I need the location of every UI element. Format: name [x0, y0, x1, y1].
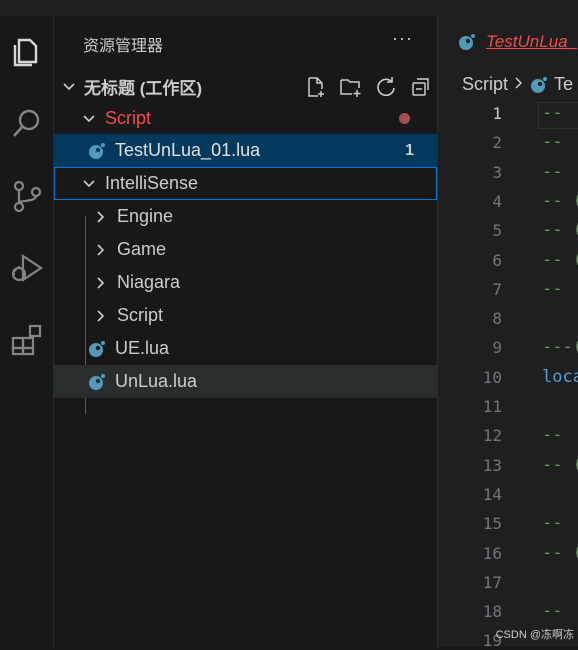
line-number: 15	[482, 514, 502, 534]
tab-label: TestUnLua_	[486, 32, 578, 51]
new-folder-icon[interactable]	[333, 76, 368, 98]
code-line: ---(	[542, 337, 578, 358]
extensions-icon	[11, 324, 42, 356]
chevron-down-icon	[80, 175, 98, 193]
refresh-icon[interactable]	[368, 76, 403, 98]
title-bar-strip	[0, 0, 578, 16]
tree-folder-engine[interactable]: Engine	[54, 200, 437, 233]
tree-item-label: Game	[117, 239, 167, 259]
breadcrumb: Script Te	[462, 74, 573, 95]
line-number: 2	[492, 133, 502, 153]
run-debug-activity-button[interactable]	[0, 244, 54, 292]
search-icon	[13, 109, 40, 137]
lua-file-icon	[531, 76, 548, 93]
line-number: 8	[492, 309, 502, 329]
chevron-right-icon	[92, 307, 110, 325]
tree-item-label: UE.lua	[115, 338, 170, 358]
chevron-down-icon	[60, 78, 78, 96]
tree-folder-niagara[interactable]: Niagara	[54, 266, 437, 299]
chevron-right-icon	[92, 274, 110, 292]
lua-file-icon	[89, 340, 105, 357]
line-number: 10	[482, 367, 502, 387]
chevron-right-icon	[92, 208, 110, 226]
tree-item-label: TestUnLua_01.lua	[115, 140, 261, 160]
source-control-activity-button[interactable]	[0, 172, 54, 220]
watermark: CSDN @冻啊冻	[495, 629, 574, 641]
lua-file-icon	[89, 373, 105, 390]
tree-item-label: Engine	[117, 206, 174, 226]
code-line: --	[542, 425, 573, 446]
search-activity-button[interactable]	[0, 100, 54, 148]
editor-tab[interactable]: TestUnLua_	[438, 16, 578, 68]
chevron-down-icon	[80, 110, 98, 128]
code-line: --	[542, 278, 563, 299]
tree-folder-script-sub[interactable]: Script	[54, 299, 437, 332]
workspace-actions	[298, 70, 438, 103]
code-line: -- (	[542, 454, 578, 475]
line-number: 17	[482, 572, 502, 592]
tree-file-ue[interactable]: UE.lua	[54, 332, 437, 365]
tree-folder-script[interactable]: Script	[54, 102, 437, 135]
explorer-title: 资源管理器	[83, 38, 164, 55]
files-icon	[13, 38, 38, 67]
editor-area: TestUnLua_ Script Te 1 -- 2 -- 3 -- 4 -- ( 5 -- …	[437, 16, 578, 650]
tree-folder-intellisense[interactable]: IntelliSense	[54, 167, 437, 200]
tree-item-label: Script	[117, 305, 164, 325]
chevron-right-icon	[92, 241, 110, 259]
problem-count-badge: 1	[405, 141, 414, 159]
tree-item-label: Niagara	[117, 272, 181, 292]
line-number: 7	[492, 279, 502, 299]
line-number: 3	[492, 162, 502, 182]
line-number: 12	[482, 426, 502, 446]
lua-file-icon	[89, 142, 105, 159]
source-control-icon	[13, 180, 42, 213]
explorer-activity-button[interactable]	[0, 28, 54, 76]
line-number: 13	[482, 455, 502, 475]
run-debug-icon	[11, 253, 43, 283]
collapse-all-icon[interactable]	[403, 76, 438, 98]
line-number: 14	[482, 484, 502, 504]
chevron-right-icon	[514, 74, 524, 95]
line-number: 1	[492, 104, 502, 123]
line-number: 11	[482, 397, 502, 416]
tree-item-label: UnLua.lua	[115, 371, 198, 391]
breadcrumb-item[interactable]: Te	[554, 74, 573, 95]
workspace-title: 无标题 (工作区)	[84, 79, 203, 98]
tree-file-unlua[interactable]: UnLua.lua	[54, 365, 437, 398]
breadcrumb-item[interactable]: Script	[462, 74, 508, 95]
line-number: 5	[492, 221, 502, 241]
lua-file-icon	[459, 34, 475, 50]
code-line: -- (	[542, 190, 578, 211]
workspace-header[interactable]: 无标题 (工作区)	[54, 70, 437, 103]
activity-bar	[0, 16, 54, 647]
line-number: 6	[492, 250, 502, 270]
more-actions-button[interactable]: ···	[392, 28, 413, 49]
explorer-sidebar: 资源管理器 ··· 无标题 (工作区) Script TestUnLua_01.…	[54, 16, 437, 647]
line-number: 18	[482, 602, 502, 622]
tree-folder-game[interactable]: Game	[54, 233, 437, 266]
code-line: -- (	[542, 542, 578, 563]
code-line: --	[542, 103, 563, 123]
code-line: -- (	[542, 249, 578, 270]
code-line: --	[542, 161, 563, 182]
line-number: 4	[492, 191, 502, 211]
code-line: loca	[542, 366, 578, 387]
code-line: --	[542, 601, 573, 622]
tree-file-testunlua[interactable]: TestUnLua_01.lua 1	[54, 134, 437, 167]
modified-dot-icon	[399, 113, 410, 124]
tree-item-label: Script	[105, 108, 152, 128]
tree-item-label: IntelliSense	[105, 173, 199, 193]
code-line: --	[542, 513, 573, 534]
new-file-icon[interactable]	[298, 76, 333, 98]
line-number: 16	[482, 543, 502, 563]
extensions-activity-button[interactable]	[0, 316, 54, 364]
code-line: -- (	[542, 220, 578, 241]
line-number: 9	[492, 338, 502, 358]
code-line: --	[542, 132, 573, 153]
